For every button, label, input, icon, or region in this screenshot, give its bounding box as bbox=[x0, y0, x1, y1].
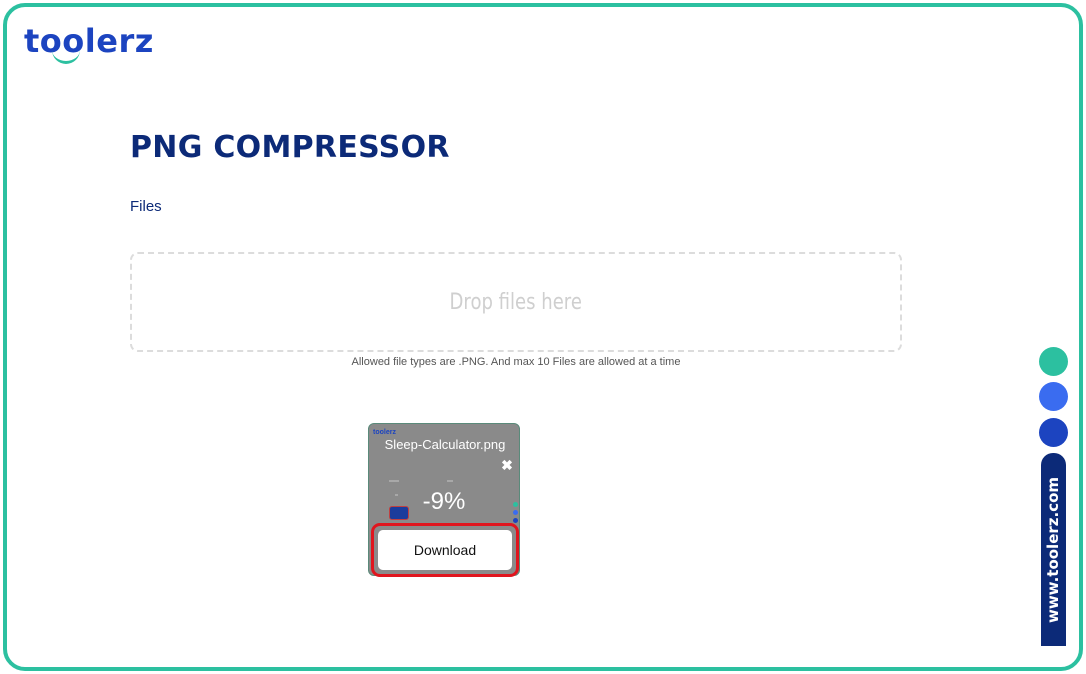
dropzone-text: Drop files here bbox=[449, 289, 583, 315]
files-label: Files bbox=[130, 198, 162, 215]
thumbnail-detail bbox=[395, 494, 398, 496]
page-title: PNG COMPRESSOR bbox=[130, 130, 450, 165]
side-dot-teal bbox=[1039, 347, 1068, 376]
thumbnail-detail bbox=[447, 480, 453, 482]
allowed-file-types-note: Allowed file types are .PNG. And max 10 … bbox=[351, 356, 681, 368]
thumbnail-button bbox=[389, 506, 409, 520]
thumbnail-dot bbox=[513, 502, 518, 507]
side-dot-navy bbox=[1039, 418, 1068, 447]
file-name: Sleep-Calculator.png bbox=[384, 437, 506, 452]
compression-ratio: -9% bbox=[422, 488, 466, 515]
file-dropzone[interactable]: Drop files here bbox=[130, 252, 902, 352]
thumbnail-dot bbox=[513, 518, 518, 523]
toolerz-logo[interactable]: toolerz bbox=[24, 22, 154, 60]
download-button-highlight: Download bbox=[371, 523, 519, 577]
close-icon[interactable]: ✖ bbox=[501, 458, 513, 472]
side-dot-blue bbox=[1039, 382, 1068, 411]
side-url-text: www.toolerz.com bbox=[1044, 476, 1063, 623]
thumbnail-detail bbox=[389, 480, 399, 482]
thumbnail-logo: toolerz bbox=[373, 429, 396, 436]
thumbnail-dot bbox=[513, 510, 518, 515]
side-url: www.toolerz.com bbox=[1041, 453, 1066, 646]
download-button[interactable]: Download bbox=[378, 530, 512, 570]
